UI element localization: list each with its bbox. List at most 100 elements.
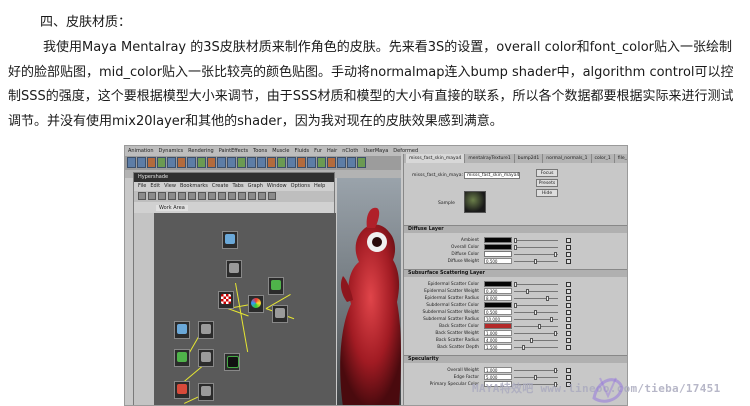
hypershade-menu-item[interactable]: Help xyxy=(314,183,325,189)
node-icon[interactable] xyxy=(248,295,264,313)
map-button-icon[interactable] xyxy=(566,310,571,315)
shader-name-field[interactable]: misss_fast_skin_maya4 xyxy=(464,172,520,179)
hypershade-tool-icon[interactable] xyxy=(208,192,216,200)
attribute-slider[interactable] xyxy=(514,375,558,380)
attribute-slider[interactable] xyxy=(514,331,558,336)
shelf-tool-icon[interactable] xyxy=(187,157,196,168)
hypershade-menu-item[interactable]: Create xyxy=(212,183,229,189)
shelf-tool-icon[interactable] xyxy=(137,157,146,168)
attribute-slider[interactable] xyxy=(514,238,558,243)
shelf-tool-icon[interactable] xyxy=(237,157,246,168)
attribute-tab[interactable]: mentalrayTexture1 xyxy=(465,154,515,163)
color-swatch[interactable] xyxy=(484,237,512,243)
shelf-tool-icon[interactable] xyxy=(167,157,176,168)
attribute-slider[interactable] xyxy=(514,345,558,350)
shelf-tool-icon[interactable] xyxy=(347,157,356,168)
color-swatch[interactable] xyxy=(484,251,512,257)
node-icon[interactable] xyxy=(198,349,214,367)
work-area-tab[interactable]: Work Area xyxy=(156,205,188,211)
hypershade-tool-icon[interactable] xyxy=(168,192,176,200)
node-icon[interactable] xyxy=(174,349,190,367)
attribute-tab[interactable]: bump2d1 xyxy=(515,154,544,163)
shelf-tool-icon[interactable] xyxy=(227,157,236,168)
slider-knob[interactable] xyxy=(514,245,517,250)
slider-knob[interactable] xyxy=(546,296,549,301)
hypershade-menu-item[interactable]: File xyxy=(138,183,146,189)
hypershade-tool-icon[interactable] xyxy=(158,192,166,200)
map-button-icon[interactable] xyxy=(566,303,571,308)
slider-knob[interactable] xyxy=(514,282,517,287)
hypershade-tool-icon[interactable] xyxy=(248,192,256,200)
slider-knob[interactable] xyxy=(522,345,525,350)
attribute-tab[interactable]: color_1 xyxy=(592,154,615,163)
value-field[interactable]: 10.000 xyxy=(484,316,512,322)
presets-button[interactable]: Presets xyxy=(536,179,558,187)
shelf-tool-icon[interactable] xyxy=(207,157,216,168)
slider-knob[interactable] xyxy=(550,317,553,322)
hide-button[interactable]: Hide xyxy=(536,189,558,197)
node-icon[interactable] xyxy=(174,321,190,339)
attribute-slider[interactable] xyxy=(514,317,558,322)
maya-menu-item[interactable]: Fluids xyxy=(295,148,310,154)
map-button-icon[interactable] xyxy=(566,317,571,322)
attribute-tab[interactable]: misss_fast_skin_maya4 xyxy=(406,154,466,163)
attribute-slider[interactable] xyxy=(514,289,558,294)
hypershade-menu-item[interactable]: Tabs xyxy=(233,183,244,189)
hypershade-menu-item[interactable]: View xyxy=(164,183,176,189)
value-field[interactable]: 0.500 xyxy=(484,258,512,264)
hypershade-menu-item[interactable]: Options xyxy=(291,183,310,189)
shelf-tool-icon[interactable] xyxy=(127,157,136,168)
slider-knob[interactable] xyxy=(538,324,541,329)
value-field[interactable]: 1.500 xyxy=(484,344,512,350)
shelf-tool-icon[interactable] xyxy=(297,157,306,168)
node-icon[interactable] xyxy=(268,277,284,295)
maya-menu-item[interactable]: Animation xyxy=(128,148,154,154)
shelf-tool-icon[interactable] xyxy=(197,157,206,168)
attribute-section-header[interactable]: Subsurface Scattering Layer xyxy=(404,269,627,277)
node-icon[interactable] xyxy=(224,353,240,371)
attribute-slider[interactable] xyxy=(514,338,558,343)
attribute-slider[interactable] xyxy=(514,282,558,287)
attribute-slider[interactable] xyxy=(514,259,558,264)
attribute-slider[interactable] xyxy=(514,296,558,301)
map-button-icon[interactable] xyxy=(566,324,571,329)
shelf-tool-icon[interactable] xyxy=(257,157,266,168)
node-icon[interactable] xyxy=(272,305,288,323)
color-swatch[interactable] xyxy=(484,281,512,287)
shelf-tool-icon[interactable] xyxy=(307,157,316,168)
slider-knob[interactable] xyxy=(530,338,533,343)
node-icon[interactable] xyxy=(218,291,234,309)
shelf-tool-icon[interactable] xyxy=(177,157,186,168)
map-button-icon[interactable] xyxy=(566,238,571,243)
maya-menu-item[interactable]: nCloth xyxy=(342,148,358,154)
hypershade-tool-icon[interactable] xyxy=(148,192,156,200)
attribute-section-header[interactable]: Specularity xyxy=(404,355,627,363)
hypershade-menu-item[interactable]: Graph xyxy=(248,183,263,189)
attribute-slider[interactable] xyxy=(514,368,558,373)
node-icon[interactable] xyxy=(174,381,190,399)
map-button-icon[interactable] xyxy=(566,331,571,336)
slider-knob[interactable] xyxy=(554,331,557,336)
shelf-tool-icon[interactable] xyxy=(327,157,336,168)
hypershade-tool-icon[interactable] xyxy=(138,192,146,200)
color-swatch[interactable] xyxy=(484,323,512,329)
maya-menu-item[interactable]: Hair xyxy=(327,148,337,154)
attribute-slider[interactable] xyxy=(514,252,558,257)
node-icon[interactable] xyxy=(198,321,214,339)
attribute-slider[interactable] xyxy=(514,324,558,329)
value-field[interactable]: 1.000 xyxy=(484,330,512,336)
attribute-slider[interactable] xyxy=(514,303,558,308)
shelf-tool-icon[interactable] xyxy=(357,157,366,168)
maya-menu-item[interactable]: Fur xyxy=(314,148,322,154)
hypershade-tool-icon[interactable] xyxy=(258,192,266,200)
node-icon[interactable] xyxy=(222,231,238,249)
shelf-tool-icon[interactable] xyxy=(157,157,166,168)
color-swatch[interactable] xyxy=(484,244,512,250)
shelf-tool-icon[interactable] xyxy=(317,157,326,168)
shelf-tool-icon[interactable] xyxy=(247,157,256,168)
hypershade-menu-item[interactable]: Window xyxy=(267,183,287,189)
hypershade-tool-icon[interactable] xyxy=(238,192,246,200)
maya-menu-item[interactable]: UserMaya xyxy=(363,148,388,154)
slider-knob[interactable] xyxy=(534,310,537,315)
value-field[interactable]: 1.000 xyxy=(484,367,512,373)
